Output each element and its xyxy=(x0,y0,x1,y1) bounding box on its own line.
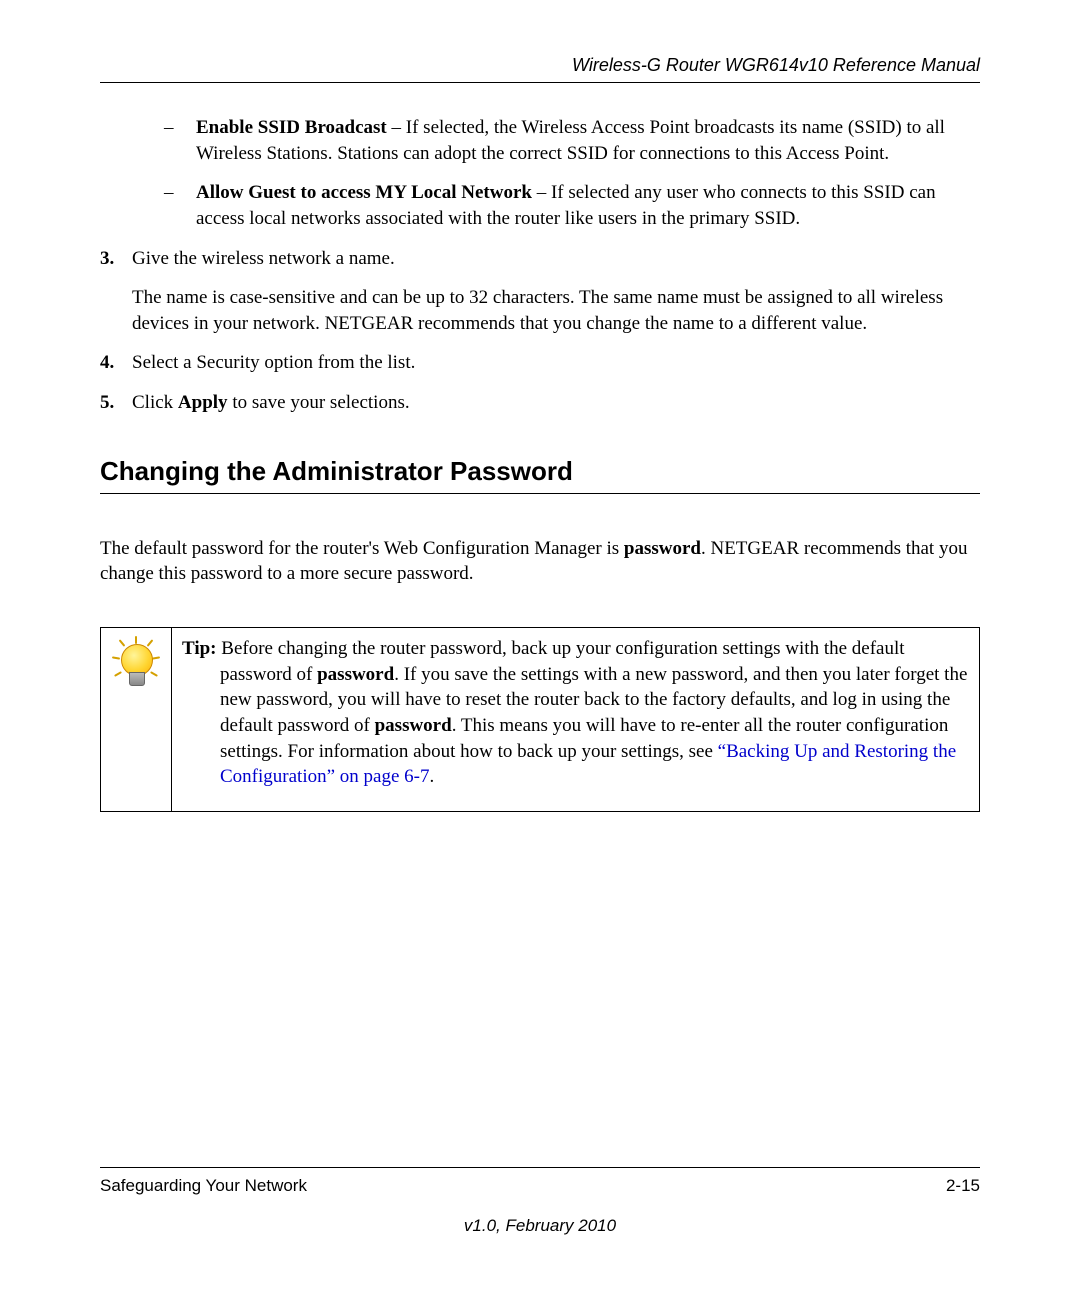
bullet-dash: – xyxy=(164,180,196,231)
bullet-dash: – xyxy=(164,115,196,166)
tip-b2: password xyxy=(375,715,452,736)
footer-row: Safeguarding Your Network 2-15 xyxy=(100,1176,980,1196)
bullet-enable-ssid: – Enable SSID Broadcast – If selected, t… xyxy=(100,115,980,166)
step-number: 5. xyxy=(100,390,132,416)
section-heading: Changing the Administrator Password xyxy=(100,456,980,494)
step-content: Click Apply to save your selections. xyxy=(132,390,980,416)
page-footer: Safeguarding Your Network 2-15 v1.0, Feb… xyxy=(100,1167,980,1236)
step-content: Select a Security option from the list. xyxy=(132,350,980,376)
intro-pre: The default password for the router's We… xyxy=(100,538,624,559)
tip-label: Tip: xyxy=(182,638,217,659)
page-header: Wireless-G Router WGR614v10 Reference Ma… xyxy=(100,55,980,83)
bullet-allow-guest: – Allow Guest to access MY Local Network… xyxy=(100,180,980,231)
step-3: 3. Give the wireless network a name. The… xyxy=(100,246,980,337)
lightbulb-icon xyxy=(111,636,161,696)
step-text: Select a Security option from the list. xyxy=(132,352,415,373)
step-bold: Apply xyxy=(178,392,228,413)
section-intro: The default password for the router's We… xyxy=(100,536,980,587)
tip-text: Tip: Before changing the router password… xyxy=(172,628,979,798)
tip-icon-cell xyxy=(101,628,172,811)
step-4: 4. Select a Security option from the lis… xyxy=(100,350,980,376)
tip-b1: password xyxy=(317,664,394,685)
header-title: Wireless-G Router WGR614v10 Reference Ma… xyxy=(572,55,980,75)
step-5: 5. Click Apply to save your selections. xyxy=(100,390,980,416)
tip-box: Tip: Before changing the router password… xyxy=(100,627,980,812)
step-post: to save your selections. xyxy=(228,392,410,413)
step-content: Give the wireless network a name. The na… xyxy=(132,246,980,337)
bullet-bold: Enable SSID Broadcast xyxy=(196,117,387,138)
step-pre: Click xyxy=(132,392,178,413)
step-number: 4. xyxy=(100,350,132,376)
bullet-bold: Allow Guest to access MY Local Network xyxy=(196,182,532,203)
step-number: 3. xyxy=(100,246,132,337)
step-text: Give the wireless network a name. xyxy=(132,248,395,269)
tip-t4: . xyxy=(429,766,434,787)
bullet-content: Enable SSID Broadcast – If selected, the… xyxy=(196,115,980,166)
footer-version: v1.0, February 2010 xyxy=(100,1216,980,1236)
intro-bold: password xyxy=(624,538,701,559)
bullet-content: Allow Guest to access MY Local Network –… xyxy=(196,180,980,231)
footer-page-number: 2-15 xyxy=(946,1176,980,1196)
footer-left: Safeguarding Your Network xyxy=(100,1176,307,1196)
step-paragraph: The name is case-sensitive and can be up… xyxy=(132,285,980,336)
document-page: Wireless-G Router WGR614v10 Reference Ma… xyxy=(0,0,1080,1296)
footer-rule xyxy=(100,1167,980,1168)
